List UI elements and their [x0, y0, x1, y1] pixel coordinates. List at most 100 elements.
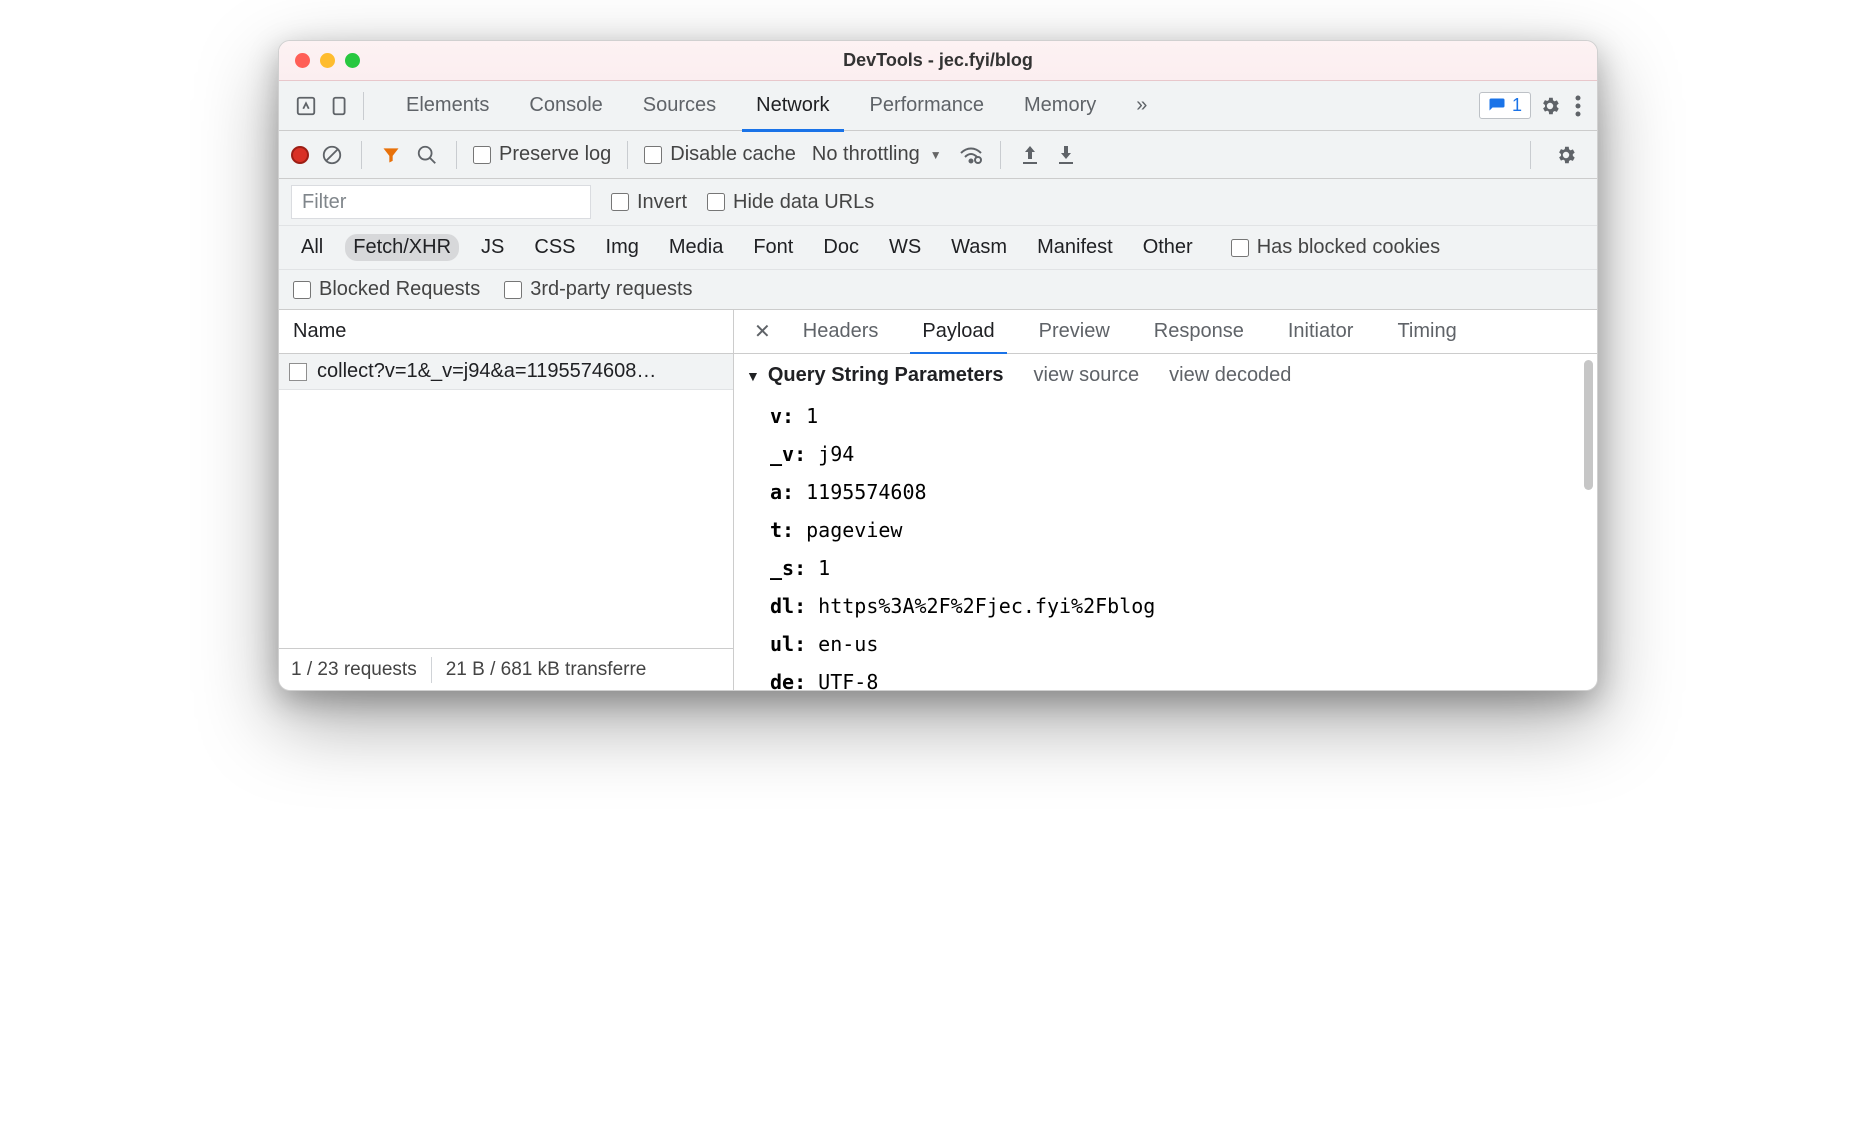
filter-input[interactable] — [291, 185, 591, 219]
tab-sources[interactable]: Sources — [623, 81, 736, 131]
detail-tab-preview[interactable]: Preview — [1017, 310, 1132, 354]
invert-label: Invert — [637, 191, 687, 214]
network-settings-icon[interactable] — [1555, 144, 1577, 166]
third-party-checkbox[interactable]: 3rd-party requests — [504, 278, 692, 301]
extra-filters-row: Blocked Requests 3rd-party requests — [279, 270, 1597, 310]
type-wasm[interactable]: Wasm — [943, 234, 1015, 261]
type-other[interactable]: Other — [1135, 234, 1201, 261]
query-param-row: a: 1195574608 — [770, 473, 1561, 511]
throttling-select[interactable]: No throttling ▼ — [806, 141, 948, 168]
export-har-icon[interactable] — [1053, 142, 1079, 168]
triangle-down-icon: ▼ — [746, 368, 760, 384]
network-conditions-icon[interactable] — [958, 142, 984, 168]
divider — [1530, 141, 1531, 169]
clear-icon[interactable] — [319, 142, 345, 168]
chevron-down-icon: ▼ — [930, 148, 942, 162]
query-params-toggle[interactable]: ▼ Query String Parameters — [746, 364, 1004, 387]
hide-data-urls-checkbox[interactable]: Hide data URLs — [707, 191, 874, 214]
query-param-row: ul: en-us — [770, 625, 1561, 663]
filter-row: Invert Hide data URLs — [279, 179, 1597, 226]
resource-types-row: All Fetch/XHR JS CSS Img Media Font Doc WS Wasm Ma… — [279, 226, 1597, 270]
has-blocked-cookies-label: Has blocked cookies — [1257, 236, 1440, 259]
window-title: DevTools - jec.fyi/blog — [279, 50, 1597, 71]
tab-elements[interactable]: Elements — [386, 81, 509, 131]
filter-icon[interactable] — [378, 142, 404, 168]
detail-tab-headers[interactable]: Headers — [781, 310, 901, 354]
has-blocked-cookies-checkbox[interactable]: Has blocked cookies — [1231, 236, 1440, 259]
device-toolbar-icon[interactable] — [323, 89, 357, 123]
param-key: dl: — [770, 594, 818, 618]
type-js[interactable]: JS — [473, 234, 512, 261]
hide-data-urls-label: Hide data URLs — [733, 191, 874, 214]
payload-panel: ▼ Query String Parameters view source vi… — [734, 354, 1597, 690]
divider — [361, 141, 362, 169]
type-img[interactable]: Img — [598, 234, 647, 261]
query-param-row: de: UTF-8 — [770, 663, 1561, 690]
preserve-log-label: Preserve log — [499, 143, 611, 166]
network-toolbar: Preserve log Disable cache No throttling… — [279, 131, 1597, 179]
divider — [431, 657, 432, 683]
tab-console[interactable]: Console — [509, 81, 622, 131]
invert-checkbox[interactable]: Invert — [611, 191, 687, 214]
more-tabs-button[interactable]: » — [1116, 81, 1167, 131]
query-params-title: Query String Parameters — [768, 364, 1004, 387]
detail-tabs: ✕ HeadersPayloadPreviewResponseInitiator… — [734, 310, 1597, 354]
type-fetch-xhr[interactable]: Fetch/XHR — [345, 234, 459, 261]
type-manifest[interactable]: Manifest — [1029, 234, 1121, 261]
request-row[interactable]: collect?v=1&_v=j94&a=1195574608… — [279, 354, 733, 390]
param-value: https%3A%2F%2Fjec.fyi%2Fblog — [818, 594, 1155, 618]
param-key: _s: — [770, 556, 818, 580]
param-value: 1 — [818, 556, 830, 580]
blocked-requests-checkbox[interactable]: Blocked Requests — [293, 278, 480, 301]
request-name: collect?v=1&_v=j94&a=1195574608… — [317, 360, 656, 383]
query-param-row: _s: 1 — [770, 549, 1561, 587]
type-media[interactable]: Media — [661, 234, 731, 261]
request-detail-pane: ✕ HeadersPayloadPreviewResponseInitiator… — [734, 310, 1597, 690]
param-value: en-us — [818, 632, 878, 656]
network-split: Name collect?v=1&_v=j94&a=1195574608… 1 … — [279, 310, 1597, 690]
titlebar: DevTools - jec.fyi/blog — [279, 41, 1597, 81]
param-value: j94 — [818, 442, 854, 466]
type-all[interactable]: All — [293, 234, 331, 261]
issues-icon — [1488, 97, 1506, 115]
request-type-icon — [289, 363, 307, 381]
type-font[interactable]: Font — [745, 234, 801, 261]
search-icon[interactable] — [414, 142, 440, 168]
type-css[interactable]: CSS — [526, 234, 583, 261]
type-ws[interactable]: WS — [881, 234, 929, 261]
disable-cache-checkbox[interactable]: Disable cache — [644, 143, 796, 166]
preserve-log-checkbox[interactable]: Preserve log — [473, 143, 611, 166]
param-value: pageview — [806, 518, 902, 542]
issues-badge[interactable]: 1 — [1479, 92, 1531, 119]
param-key: t: — [770, 518, 806, 542]
request-footer: 1 / 23 requests 21 B / 681 kB transferre — [279, 648, 733, 690]
scrollbar[interactable] — [1584, 360, 1593, 490]
detail-tab-timing[interactable]: Timing — [1375, 310, 1478, 354]
detail-tab-initiator[interactable]: Initiator — [1266, 310, 1376, 354]
tab-memory[interactable]: Memory — [1004, 81, 1116, 131]
tab-network[interactable]: Network — [736, 81, 849, 131]
request-list: collect?v=1&_v=j94&a=1195574608… — [279, 354, 733, 648]
view-source-link[interactable]: view source — [1034, 364, 1140, 387]
footer-counts: 1 / 23 requests — [291, 659, 417, 681]
detail-tab-response[interactable]: Response — [1132, 310, 1266, 354]
query-param-row: _v: j94 — [770, 435, 1561, 473]
close-detail-button[interactable]: ✕ — [744, 319, 781, 344]
detail-tab-payload[interactable]: Payload — [900, 310, 1016, 354]
footer-transfer: 21 B / 681 kB transferre — [446, 659, 647, 681]
divider — [1000, 141, 1001, 169]
view-decoded-link[interactable]: view decoded — [1169, 364, 1291, 387]
name-column-header[interactable]: Name — [279, 310, 733, 354]
settings-icon[interactable] — [1539, 95, 1561, 117]
more-menu-icon[interactable] — [1575, 95, 1581, 117]
tab-performance[interactable]: Performance — [850, 81, 1005, 131]
blocked-requests-label: Blocked Requests — [319, 278, 480, 301]
divider — [456, 141, 457, 169]
import-har-icon[interactable] — [1017, 142, 1043, 168]
third-party-label: 3rd-party requests — [530, 278, 692, 301]
throttling-value: No throttling — [812, 143, 920, 166]
inspect-element-icon[interactable] — [289, 89, 323, 123]
type-doc[interactable]: Doc — [815, 234, 867, 261]
issues-count: 1 — [1512, 95, 1522, 116]
record-button[interactable] — [291, 146, 309, 164]
